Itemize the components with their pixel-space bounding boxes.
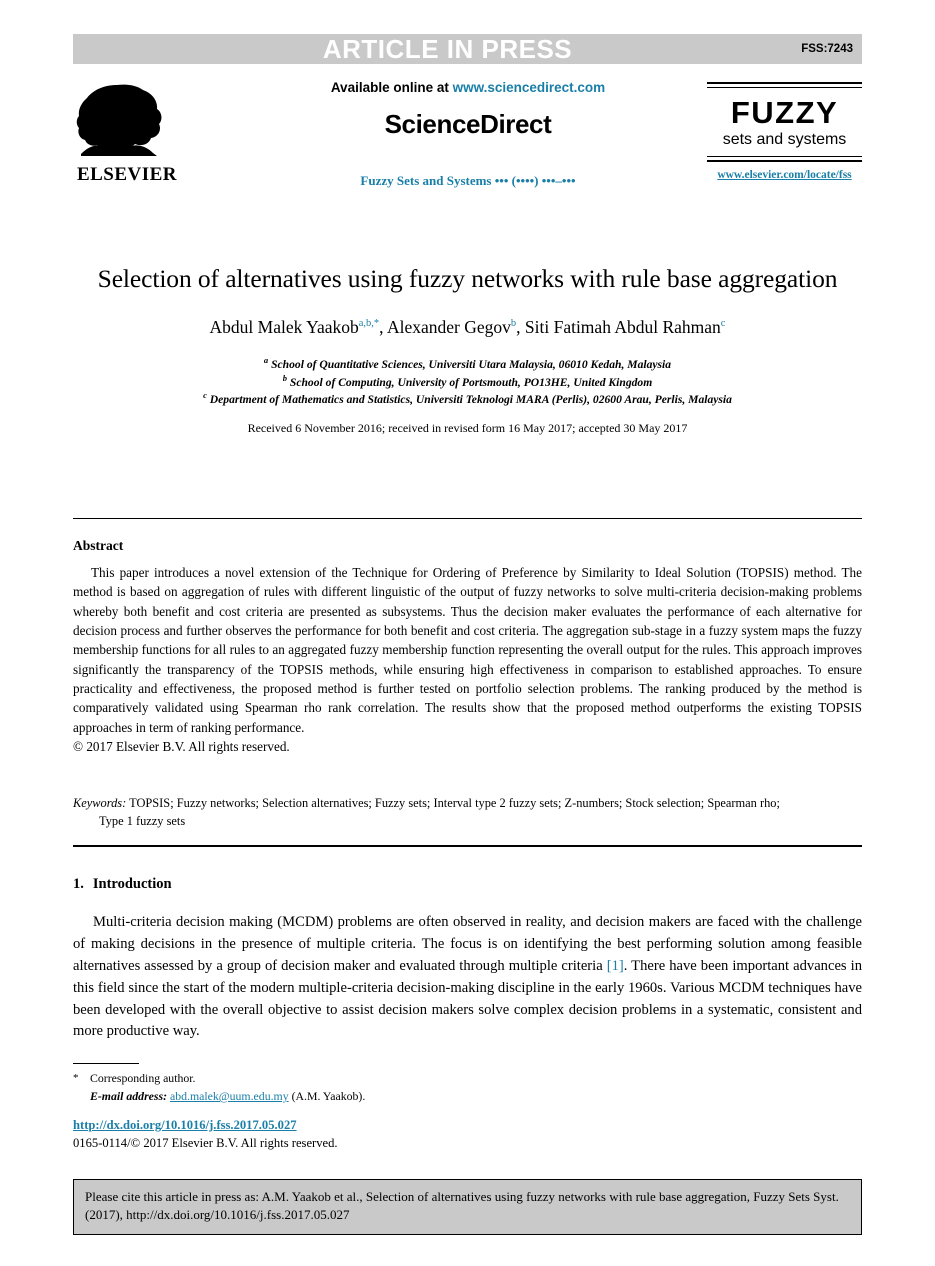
corresponding-author-note: Corresponding author.	[90, 1071, 196, 1085]
article-first-page: ARTICLE IN PRESS FSS:7243 ELSEVIER Avail…	[0, 0, 935, 1266]
doi-link[interactable]: http://dx.doi.org/10.1016/j.fss.2017.05.…	[73, 1118, 297, 1133]
footnote-separator-rule	[73, 1063, 139, 1064]
sciencedirect-wordmark: ScienceDirect	[384, 109, 552, 139]
journal-citation-line: Fuzzy Sets and Systems ••• (••••) •••–••…	[360, 173, 576, 188]
available-online-prefix: Available online at	[330, 80, 453, 95]
keywords-line-1: TOPSIS; Fuzzy networks; Selection altern…	[126, 796, 780, 810]
abstract-copyright: © 2017 Elsevier B.V. All rights reserved…	[73, 738, 290, 754]
article-in-press-banner: ARTICLE IN PRESS FSS:7243	[73, 34, 862, 64]
sciencedirect-url-link[interactable]: www.sciencedirect.com	[453, 80, 606, 95]
journal-logo-wordmark: FUZZY	[730, 95, 839, 130]
author-entry: Abdul Malek Yaakoba,b,*	[210, 317, 380, 337]
email-link[interactable]: abd.malek@uum.edu.my	[170, 1089, 289, 1103]
page-title: Selection of alternatives using fuzzy ne…	[97, 264, 838, 293]
author-separator: ,	[379, 317, 387, 338]
author-affil-marks: a,b,*	[358, 318, 380, 330]
abstract-top-rule	[73, 518, 862, 519]
author-name: Alexander Gegov	[386, 317, 511, 338]
sciencedirect-block: Available online at www.sciencedirect.co…	[253, 80, 683, 189]
introduction-paragraph: Multi-criteria decision making (MCDM) pr…	[73, 912, 862, 1043]
footnote-block: * Corresponding author. E-mail address: …	[73, 1070, 573, 1106]
title-block: Selection of alternatives using fuzzy ne…	[73, 262, 862, 436]
affiliation-list: a School of Quantitative Sciences, Unive…	[73, 356, 862, 408]
affiliation-text: School of Computing, University of Ports…	[289, 375, 653, 389]
author-list: Abdul Malek Yaakoba,b,*, Alexander Gegov…	[73, 317, 862, 338]
journal-logo-subtitle: sets and systems	[722, 130, 847, 148]
journal-logo-rule-bottom	[707, 156, 862, 162]
cite-this-article-box: Please cite this article in press as: A.…	[73, 1179, 862, 1235]
abstract-text: This paper introduces a novel extension …	[73, 565, 862, 735]
journal-logo-rule-top	[707, 82, 862, 88]
email-note: E-mail address: abd.malek@uum.edu.my (A.…	[73, 1088, 573, 1106]
section-title: Introduction	[92, 876, 172, 892]
section-heading-introduction: 1. Introduction	[73, 876, 172, 893]
author-separator: ,	[516, 317, 525, 338]
author-affil-marks: c	[720, 318, 726, 330]
cite-this-article-text: Please cite this article in press as: A.…	[85, 1189, 839, 1223]
affiliation-item: b School of Computing, University of Por…	[73, 372, 862, 391]
email-label: E-mail address:	[90, 1088, 168, 1103]
article-in-press-label: ARTICLE IN PRESS	[322, 34, 573, 64]
affiliation-item: a School of Quantitative Sciences, Unive…	[73, 356, 862, 373]
available-online-line: Available online at www.sciencedirect.co…	[253, 80, 683, 95]
affiliation-mark: a	[263, 355, 269, 366]
journal-homepage-link[interactable]: www.elsevier.com/locate/fss	[707, 169, 862, 181]
issn-copyright-line: 0165-0114/© 2017 Elsevier B.V. All right…	[73, 1136, 338, 1150]
abstract-section: Abstract This paper introduces a novel e…	[73, 538, 862, 756]
elsevier-tree-icon	[76, 84, 162, 156]
keywords-label: Keywords:	[73, 796, 127, 810]
elsevier-wordmark: ELSEVIER	[76, 164, 178, 185]
author-name: Siti Fatimah Abdul Rahman	[524, 317, 721, 338]
elsevier-logo: ELSEVIER	[73, 82, 181, 184]
introduction-top-rule	[73, 845, 862, 847]
affiliation-item: c Department of Mathematics and Statisti…	[73, 391, 862, 408]
article-history: Received 6 November 2016; received in re…	[247, 421, 688, 436]
author-entry: Alexander Gegovb	[387, 317, 516, 337]
journal-logo-block: FUZZY sets and systems www.elsevier.com/…	[707, 82, 862, 181]
author-name: Abdul Malek Yaakob	[209, 317, 359, 338]
affiliation-mark: b	[282, 372, 287, 383]
affiliation-text: Department of Mathematics and Statistics…	[209, 392, 732, 406]
affiliation-mark: c	[203, 390, 207, 401]
author-entry: Siti Fatimah Abdul Rahmanc	[525, 317, 726, 337]
abstract-heading: Abstract	[73, 538, 124, 553]
keywords-section: Keywords: TOPSIS; Fuzzy networks; Select…	[73, 795, 862, 831]
citation-reference-link[interactable]: [1]	[607, 958, 624, 974]
affiliation-text: School of Quantitative Sciences, Univers…	[271, 358, 672, 372]
corresponding-author-mark: *	[73, 1072, 79, 1084]
section-number: 1.	[73, 876, 84, 892]
keywords-line-2: Type 1 fuzzy sets	[99, 813, 186, 828]
email-attribution: (A.M. Yaakob).	[291, 1088, 366, 1103]
masthead: ELSEVIER Available online at www.science…	[73, 80, 862, 212]
article-code-label: FSS:7243	[801, 43, 853, 55]
